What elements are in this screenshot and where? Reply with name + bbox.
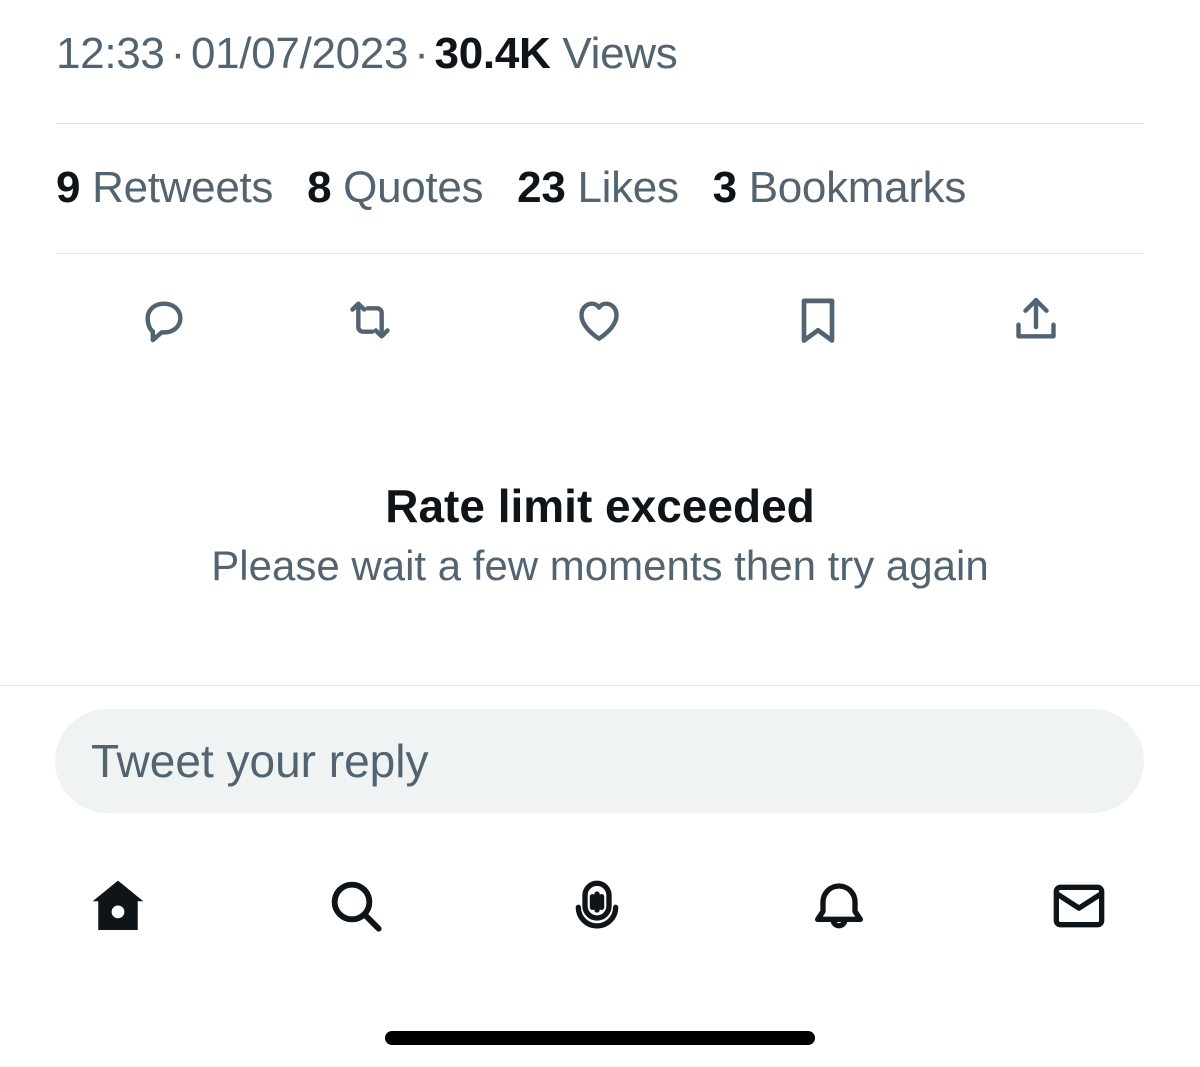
views-count: 30.4K [434,29,551,78]
home-indicator[interactable] [385,1031,815,1045]
rate-limit-message: Rate limit exceeded Please wait a few mo… [0,478,1200,594]
stat-count: 3 [712,163,737,212]
spaces-icon[interactable] [561,870,633,942]
stat-label: Bookmarks [748,163,967,212]
notifications-icon[interactable] [803,870,875,942]
reply-input[interactable]: Tweet your reply [55,709,1144,813]
bookmark-icon[interactable] [786,288,850,352]
stat-label: Likes [577,163,679,212]
tweet-date: 01/07/2023 [190,29,409,78]
tweet-detail-page: 12:33 · 01/07/2023 · 30.4K Views 9 Retweets … [0,0,1200,1067]
error-title: Rate limit exceeded [385,480,815,532]
stat-count: 9 [56,163,81,212]
error-message: Please wait a few moments then try again [211,542,989,589]
divider [56,123,1144,124]
meta-separator: · [170,29,186,78]
meta-separator: · [414,29,429,78]
divider [0,685,1200,686]
messages-icon[interactable] [1043,870,1115,942]
divider [56,253,1144,254]
bottom-tab-bar [0,870,1200,942]
stat-likes[interactable]: 23 Likes [517,160,679,216]
views-label: Views [562,29,678,78]
reply-placeholder: Tweet your reply [91,735,429,787]
stat-retweets[interactable]: 9 Retweets [56,160,273,216]
stat-count: 8 [307,163,332,212]
stat-count: 23 [517,163,566,212]
search-icon[interactable] [320,870,392,942]
share-icon[interactable] [1004,288,1068,352]
like-icon[interactable] [567,288,631,352]
tweet-actions [0,288,1200,356]
stat-quotes[interactable]: 8 Quotes [307,160,483,216]
stat-label: Retweets [92,163,274,212]
tweet-time: 12:33 [56,29,165,78]
tweet-stats: 9 Retweets 8 Quotes 23 Likes 3 Bookmarks [56,160,988,216]
tweet-meta: 12:33 · 01/07/2023 · 30.4K Views [56,26,678,82]
stat-label: Quotes [343,163,484,212]
retweet-icon[interactable] [338,288,402,352]
reply-icon[interactable] [132,288,196,352]
stat-bookmarks[interactable]: 3 Bookmarks [712,160,967,216]
home-icon[interactable] [82,870,154,942]
